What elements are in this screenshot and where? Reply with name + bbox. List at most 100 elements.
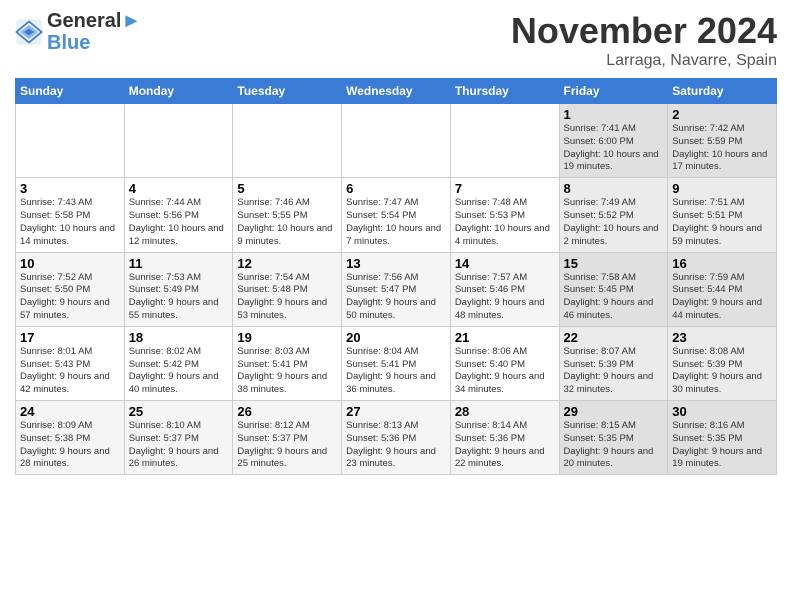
- day-number: 10: [20, 256, 120, 271]
- day-number: 20: [346, 330, 446, 345]
- day-number: 12: [237, 256, 337, 271]
- day-info: Sunrise: 7:58 AM Sunset: 5:45 PM Dayligh…: [564, 272, 664, 323]
- day-info: Sunrise: 7:48 AM Sunset: 5:53 PM Dayligh…: [455, 197, 555, 248]
- calendar-cell-1-4: [342, 104, 451, 178]
- calendar-cell-5-1: 24Sunrise: 8:09 AM Sunset: 5:38 PM Dayli…: [16, 401, 125, 475]
- weekday-saturday: Saturday: [668, 79, 777, 104]
- day-number: 15: [564, 256, 664, 271]
- calendar-cell-5-2: 25Sunrise: 8:10 AM Sunset: 5:37 PM Dayli…: [124, 401, 233, 475]
- calendar-cell-2-6: 8Sunrise: 7:49 AM Sunset: 5:52 PM Daylig…: [559, 178, 668, 252]
- day-info: Sunrise: 8:07 AM Sunset: 5:39 PM Dayligh…: [564, 346, 664, 397]
- day-number: 18: [129, 330, 229, 345]
- day-number: 28: [455, 404, 555, 419]
- calendar-cell-4-4: 20Sunrise: 8:04 AM Sunset: 5:41 PM Dayli…: [342, 326, 451, 400]
- day-number: 13: [346, 256, 446, 271]
- calendar-cell-4-2: 18Sunrise: 8:02 AM Sunset: 5:42 PM Dayli…: [124, 326, 233, 400]
- day-number: 2: [672, 107, 772, 122]
- day-info: Sunrise: 8:16 AM Sunset: 5:35 PM Dayligh…: [672, 420, 772, 471]
- day-info: Sunrise: 7:54 AM Sunset: 5:48 PM Dayligh…: [237, 272, 337, 323]
- calendar-cell-2-2: 4Sunrise: 7:44 AM Sunset: 5:56 PM Daylig…: [124, 178, 233, 252]
- calendar-cell-3-2: 11Sunrise: 7:53 AM Sunset: 5:49 PM Dayli…: [124, 252, 233, 326]
- calendar-cell-1-6: 1Sunrise: 7:41 AM Sunset: 6:00 PM Daylig…: [559, 104, 668, 178]
- day-info: Sunrise: 8:01 AM Sunset: 5:43 PM Dayligh…: [20, 346, 120, 397]
- day-info: Sunrise: 8:03 AM Sunset: 5:41 PM Dayligh…: [237, 346, 337, 397]
- day-info: Sunrise: 7:43 AM Sunset: 5:58 PM Dayligh…: [20, 197, 120, 248]
- day-info: Sunrise: 7:44 AM Sunset: 5:56 PM Dayligh…: [129, 197, 229, 248]
- calendar-cell-3-3: 12Sunrise: 7:54 AM Sunset: 5:48 PM Dayli…: [233, 252, 342, 326]
- calendar-cell-2-4: 6Sunrise: 7:47 AM Sunset: 5:54 PM Daylig…: [342, 178, 451, 252]
- calendar-week-1: 1Sunrise: 7:41 AM Sunset: 6:00 PM Daylig…: [16, 104, 777, 178]
- day-info: Sunrise: 7:47 AM Sunset: 5:54 PM Dayligh…: [346, 197, 446, 248]
- calendar-cell-3-1: 10Sunrise: 7:52 AM Sunset: 5:50 PM Dayli…: [16, 252, 125, 326]
- title-block: November 2024 Larraga, Navarre, Spain: [511, 10, 777, 70]
- day-number: 7: [455, 181, 555, 196]
- calendar-cell-5-5: 28Sunrise: 8:14 AM Sunset: 5:36 PM Dayli…: [450, 401, 559, 475]
- day-number: 4: [129, 181, 229, 196]
- day-number: 9: [672, 181, 772, 196]
- day-number: 22: [564, 330, 664, 345]
- header: General► Blue November 2024 Larraga, Nav…: [15, 10, 777, 70]
- day-number: 23: [672, 330, 772, 345]
- day-info: Sunrise: 8:13 AM Sunset: 5:36 PM Dayligh…: [346, 420, 446, 471]
- day-number: 3: [20, 181, 120, 196]
- calendar-cell-1-7: 2Sunrise: 7:42 AM Sunset: 5:59 PM Daylig…: [668, 104, 777, 178]
- weekday-header-row: SundayMondayTuesdayWednesdayThursdayFrid…: [16, 79, 777, 104]
- day-number: 14: [455, 256, 555, 271]
- weekday-wednesday: Wednesday: [342, 79, 451, 104]
- calendar-cell-5-7: 30Sunrise: 8:16 AM Sunset: 5:35 PM Dayli…: [668, 401, 777, 475]
- day-number: 21: [455, 330, 555, 345]
- day-number: 26: [237, 404, 337, 419]
- calendar-cell-2-3: 5Sunrise: 7:46 AM Sunset: 5:55 PM Daylig…: [233, 178, 342, 252]
- calendar-week-3: 10Sunrise: 7:52 AM Sunset: 5:50 PM Dayli…: [16, 252, 777, 326]
- logo: General► Blue: [15, 10, 141, 54]
- calendar-cell-4-6: 22Sunrise: 8:07 AM Sunset: 5:39 PM Dayli…: [559, 326, 668, 400]
- day-info: Sunrise: 8:09 AM Sunset: 5:38 PM Dayligh…: [20, 420, 120, 471]
- weekday-thursday: Thursday: [450, 79, 559, 104]
- calendar-cell-5-4: 27Sunrise: 8:13 AM Sunset: 5:36 PM Dayli…: [342, 401, 451, 475]
- day-number: 5: [237, 181, 337, 196]
- day-info: Sunrise: 8:10 AM Sunset: 5:37 PM Dayligh…: [129, 420, 229, 471]
- day-number: 19: [237, 330, 337, 345]
- location: Larraga, Navarre, Spain: [511, 52, 777, 70]
- weekday-sunday: Sunday: [16, 79, 125, 104]
- day-info: Sunrise: 7:57 AM Sunset: 5:46 PM Dayligh…: [455, 272, 555, 323]
- calendar-cell-2-1: 3Sunrise: 7:43 AM Sunset: 5:58 PM Daylig…: [16, 178, 125, 252]
- calendar-table: SundayMondayTuesdayWednesdayThursdayFrid…: [15, 78, 777, 475]
- day-info: Sunrise: 7:51 AM Sunset: 5:51 PM Dayligh…: [672, 197, 772, 248]
- day-info: Sunrise: 8:02 AM Sunset: 5:42 PM Dayligh…: [129, 346, 229, 397]
- weekday-tuesday: Tuesday: [233, 79, 342, 104]
- day-info: Sunrise: 8:04 AM Sunset: 5:41 PM Dayligh…: [346, 346, 446, 397]
- day-number: 11: [129, 256, 229, 271]
- day-number: 29: [564, 404, 664, 419]
- calendar-body: 1Sunrise: 7:41 AM Sunset: 6:00 PM Daylig…: [16, 104, 777, 475]
- logo-text: General► Blue: [47, 10, 141, 54]
- calendar-cell-5-6: 29Sunrise: 8:15 AM Sunset: 5:35 PM Dayli…: [559, 401, 668, 475]
- calendar-week-4: 17Sunrise: 8:01 AM Sunset: 5:43 PM Dayli…: [16, 326, 777, 400]
- day-number: 8: [564, 181, 664, 196]
- calendar-cell-1-1: [16, 104, 125, 178]
- weekday-friday: Friday: [559, 79, 668, 104]
- calendar-cell-1-5: [450, 104, 559, 178]
- day-info: Sunrise: 7:52 AM Sunset: 5:50 PM Dayligh…: [20, 272, 120, 323]
- month-title: November 2024: [511, 10, 777, 52]
- day-number: 6: [346, 181, 446, 196]
- calendar-cell-3-4: 13Sunrise: 7:56 AM Sunset: 5:47 PM Dayli…: [342, 252, 451, 326]
- day-info: Sunrise: 7:41 AM Sunset: 6:00 PM Dayligh…: [564, 123, 664, 174]
- calendar-cell-4-1: 17Sunrise: 8:01 AM Sunset: 5:43 PM Dayli…: [16, 326, 125, 400]
- day-info: Sunrise: 8:06 AM Sunset: 5:40 PM Dayligh…: [455, 346, 555, 397]
- day-info: Sunrise: 7:46 AM Sunset: 5:55 PM Dayligh…: [237, 197, 337, 248]
- day-info: Sunrise: 8:12 AM Sunset: 5:37 PM Dayligh…: [237, 420, 337, 471]
- day-info: Sunrise: 7:53 AM Sunset: 5:49 PM Dayligh…: [129, 272, 229, 323]
- calendar-cell-1-3: [233, 104, 342, 178]
- day-number: 17: [20, 330, 120, 345]
- day-info: Sunrise: 7:59 AM Sunset: 5:44 PM Dayligh…: [672, 272, 772, 323]
- calendar-cell-1-2: [124, 104, 233, 178]
- calendar-cell-3-7: 16Sunrise: 7:59 AM Sunset: 5:44 PM Dayli…: [668, 252, 777, 326]
- calendar-cell-3-6: 15Sunrise: 7:58 AM Sunset: 5:45 PM Dayli…: [559, 252, 668, 326]
- day-info: Sunrise: 7:49 AM Sunset: 5:52 PM Dayligh…: [564, 197, 664, 248]
- day-number: 30: [672, 404, 772, 419]
- day-number: 24: [20, 404, 120, 419]
- calendar-cell-2-7: 9Sunrise: 7:51 AM Sunset: 5:51 PM Daylig…: [668, 178, 777, 252]
- day-info: Sunrise: 8:08 AM Sunset: 5:39 PM Dayligh…: [672, 346, 772, 397]
- calendar-cell-4-7: 23Sunrise: 8:08 AM Sunset: 5:39 PM Dayli…: [668, 326, 777, 400]
